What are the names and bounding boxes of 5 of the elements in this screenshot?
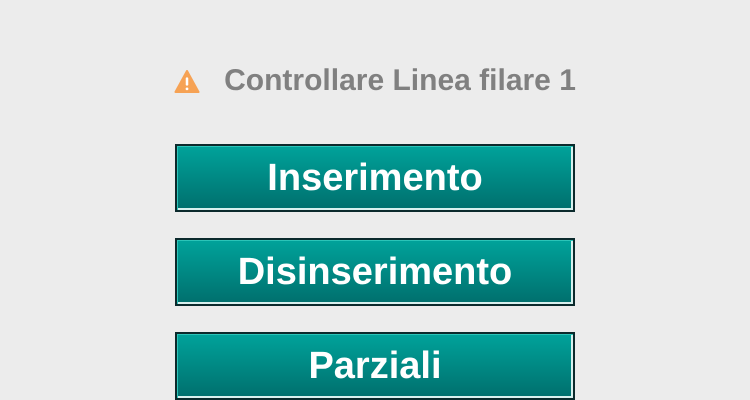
warning-icon [174,70,200,92]
menu-button[interactable]: Parziali [175,332,575,400]
menu-button[interactable]: Inserimento [175,144,575,212]
warning-message: Controllare Linea filare 1 [224,64,576,98]
menu-button[interactable]: Disinserimento [175,238,575,306]
